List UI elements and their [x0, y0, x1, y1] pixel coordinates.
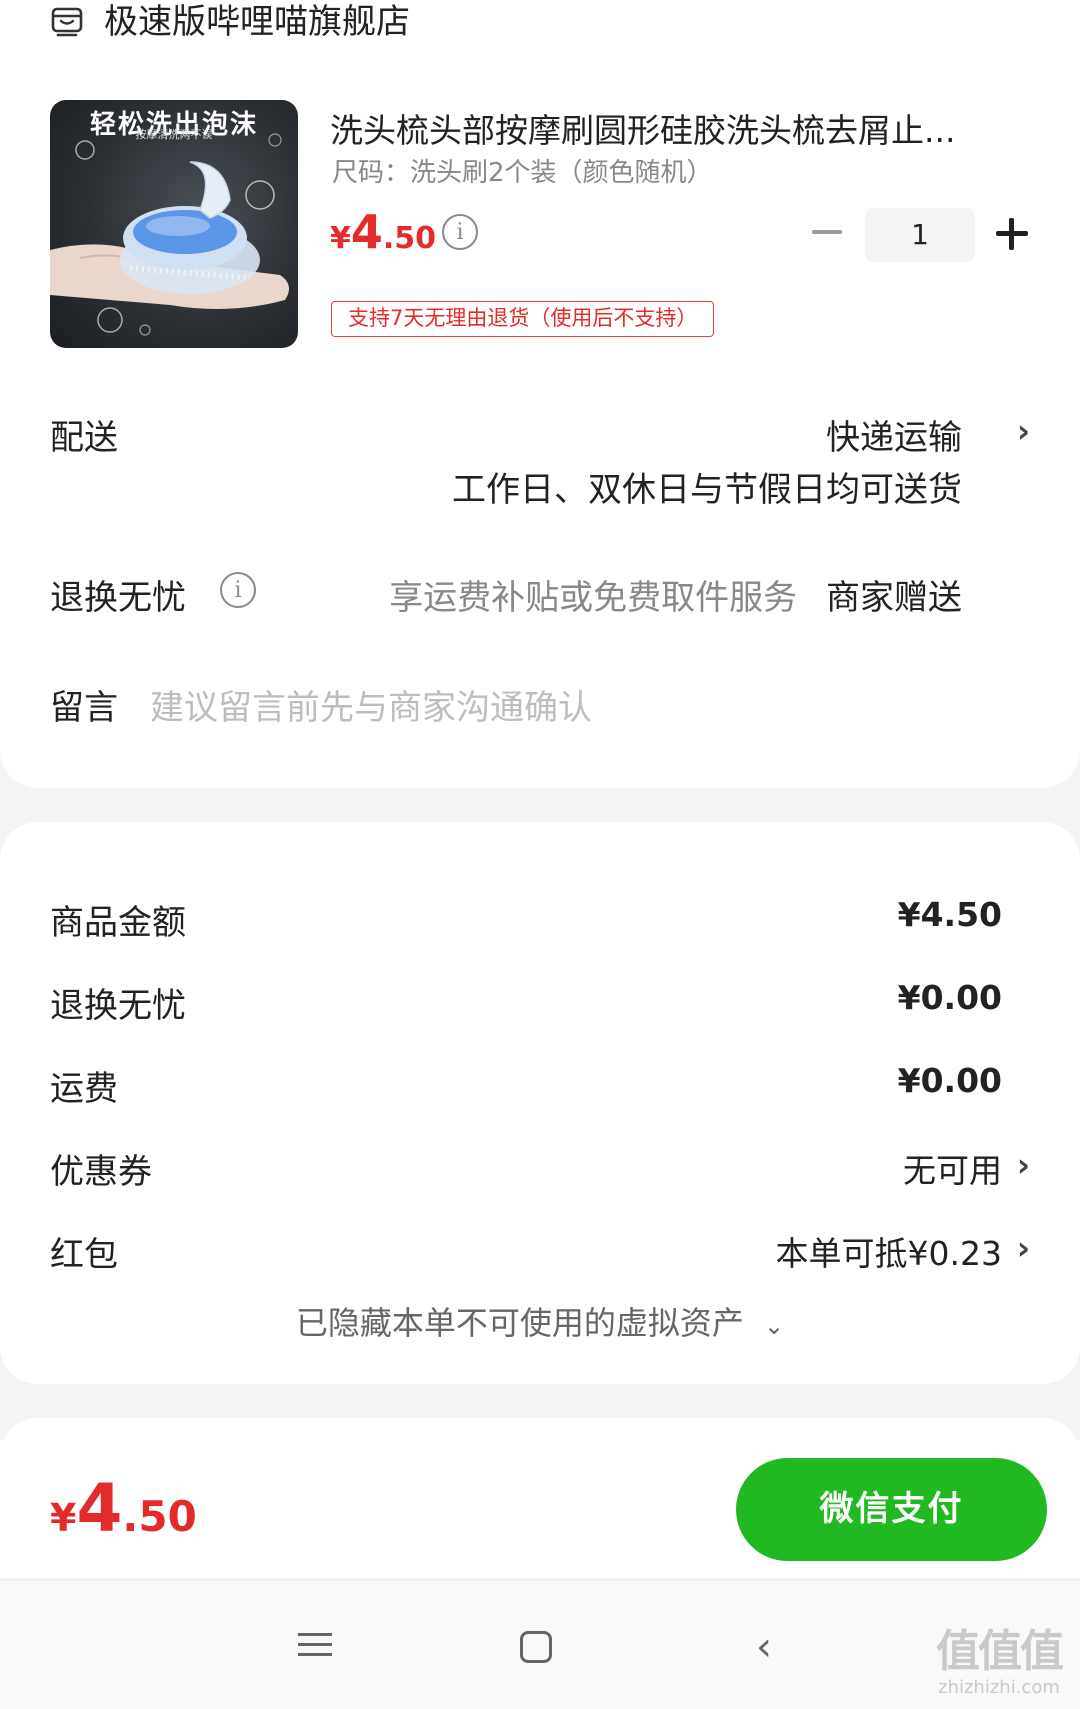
product-price: ¥4.50 — [330, 205, 436, 259]
watermark: 值值值 zhizhizhi.com — [928, 1628, 1070, 1700]
coupon-label: 优惠券 — [50, 1152, 152, 1192]
delivery-note: 工作日、双休日与节假日均可送货 — [452, 470, 962, 510]
worry-free-value: 商家赠送 — [826, 578, 962, 618]
store-name: 极速版哔哩喵旗舰店 — [104, 2, 410, 42]
message-input[interactable]: 建议留言前先与商家沟通确认 — [150, 680, 592, 729]
worry-free-label: 退换无忧 — [50, 578, 186, 618]
system-nav-bar: ‹ — [0, 1580, 1080, 1709]
total-decimal: .50 — [122, 1492, 197, 1541]
quantity-decrease-button[interactable] — [812, 230, 842, 234]
worry-free-description: 享运费补贴或免费取件服务 — [389, 578, 798, 618]
worry-free-fee-value: ¥0.00 — [897, 978, 1002, 1017]
shipping-fee-label: 运费 — [50, 1069, 118, 1109]
delivery-label: 配送 — [50, 418, 118, 458]
store-icon — [51, 7, 83, 37]
hidden-assets-toggle[interactable]: 已隐藏本单不可使用的虚拟资产 ⌄ — [0, 1298, 1080, 1344]
goods-amount-value: ¥4.50 — [897, 895, 1002, 934]
product-thumbnail[interactable]: 轻松洗出泡沫 按摩清洗两不误 — [50, 100, 298, 348]
coupon-chevron-icon[interactable]: › — [1017, 1146, 1030, 1184]
red-packet-value[interactable]: 本单可抵¥0.23 — [776, 1227, 1002, 1275]
product-photo — [50, 133, 289, 336]
product-spec[interactable]: 尺码：洗头刷2个装（颜色随机） — [332, 152, 713, 189]
product-title[interactable]: 洗头梳头部按摩刷圆形硅胶洗头梳去屑止... — [330, 104, 1030, 152]
price-info-icon[interactable]: i — [442, 214, 478, 250]
worry-free-row[interactable]: 享运费补贴或免费取件服务 商家赠送 — [389, 570, 962, 619]
coupon-value[interactable]: 无可用 — [903, 1144, 1002, 1192]
store-header[interactable]: 极速版哔哩喵旗舰店 — [50, 0, 410, 44]
hidden-assets-text: 已隐藏本单不可使用的虚拟资产 — [295, 1304, 744, 1342]
goods-amount-label: 商品金额 — [50, 903, 186, 943]
delivery-chevron-icon[interactable]: › — [1017, 412, 1030, 450]
delivery-method[interactable]: 快递运输 — [826, 410, 962, 459]
total-currency: ¥ — [50, 1496, 77, 1540]
worry-free-info-icon[interactable]: i — [220, 572, 256, 608]
chevron-down-icon: ⌄ — [764, 1312, 785, 1340]
watermark-logo: 值值值 — [936, 1626, 1064, 1677]
worry-free-fee-label: 退换无忧 — [50, 986, 186, 1026]
red-packet-label: 红包 — [50, 1235, 118, 1275]
watermark-url: zhizhizhi.com — [938, 1677, 1060, 1698]
back-icon[interactable]: ‹ — [756, 1627, 796, 1667]
price-integer: 4 — [350, 205, 383, 259]
total-integer: 4 — [76, 1470, 123, 1547]
wechat-pay-button[interactable]: 微信支付 — [736, 1458, 1047, 1561]
total-price: ¥4.50 — [50, 1470, 197, 1547]
price-decimal: .50 — [382, 221, 437, 256]
quantity-input[interactable]: 1 — [865, 208, 975, 262]
shipping-fee-value: ¥0.00 — [897, 1061, 1002, 1100]
red-packet-chevron-icon[interactable]: › — [1017, 1229, 1030, 1267]
price-currency: ¥ — [330, 221, 351, 256]
menu-icon[interactable] — [298, 1627, 338, 1667]
return-policy-tag: 支持7天无理由退货（使用后不支持） — [331, 301, 715, 337]
message-label: 留言 — [50, 688, 118, 728]
home-icon[interactable] — [520, 1631, 552, 1663]
quantity-increase-button[interactable] — [996, 218, 1028, 250]
